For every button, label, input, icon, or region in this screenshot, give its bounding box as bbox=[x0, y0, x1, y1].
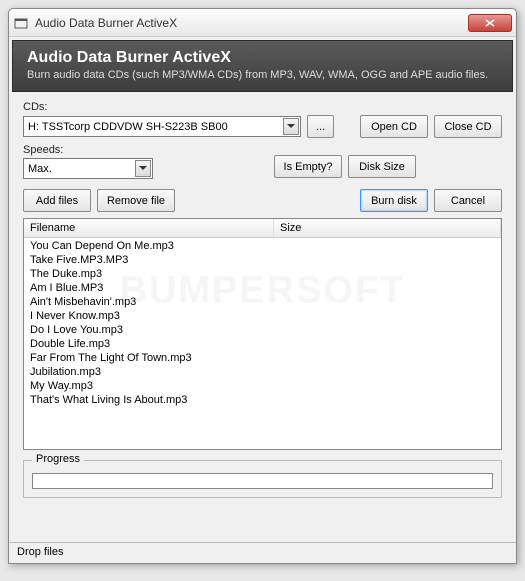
list-item[interactable]: That's What Living Is About.mp3 bbox=[24, 393, 501, 407]
burn-disk-button[interactable]: Burn disk bbox=[360, 189, 428, 212]
list-item[interactable]: Do I Love You.mp3 bbox=[24, 323, 501, 337]
progress-label: Progress bbox=[32, 453, 84, 465]
status-bar: Drop files bbox=[9, 542, 516, 563]
column-filename[interactable]: Filename bbox=[24, 219, 274, 237]
status-text: Drop files bbox=[17, 546, 63, 558]
speed-select-value: Max. bbox=[28, 163, 52, 175]
window-title: Audio Data Burner ActiveX bbox=[35, 16, 468, 30]
cds-label: CDs: bbox=[23, 101, 502, 113]
progress-group: Progress bbox=[23, 460, 502, 498]
open-cd-button[interactable]: Open CD bbox=[360, 115, 428, 138]
remove-file-button[interactable]: Remove file bbox=[97, 189, 175, 212]
list-item[interactable]: Double Life.mp3 bbox=[24, 337, 501, 351]
add-files-button[interactable]: Add files bbox=[23, 189, 91, 212]
file-listview[interactable]: Filename Size You Can Depend On Me.mp3Ta… bbox=[23, 218, 502, 450]
chevron-down-icon bbox=[283, 118, 299, 135]
progress-bar bbox=[32, 473, 493, 489]
list-item[interactable]: Far From The Light Of Town.mp3 bbox=[24, 351, 501, 365]
list-item[interactable]: My Way.mp3 bbox=[24, 379, 501, 393]
titlebar[interactable]: Audio Data Burner ActiveX bbox=[9, 9, 516, 37]
header-subtitle: Burn audio data CDs (such MP3/WMA CDs) f… bbox=[27, 69, 498, 81]
close-cd-button[interactable]: Close CD bbox=[434, 115, 502, 138]
app-icon bbox=[13, 16, 29, 30]
close-button[interactable] bbox=[468, 14, 512, 32]
speeds-label: Speeds: bbox=[23, 144, 153, 156]
chevron-down-icon bbox=[135, 160, 151, 177]
list-item[interactable]: I Never Know.mp3 bbox=[24, 309, 501, 323]
list-item[interactable]: Jubilation.mp3 bbox=[24, 365, 501, 379]
browse-button[interactable]: ... bbox=[307, 115, 334, 138]
disk-size-button[interactable]: Disk Size bbox=[348, 155, 416, 178]
listview-rows: You Can Depend On Me.mp3Take Five.MP3.MP… bbox=[24, 238, 501, 408]
is-empty-button[interactable]: Is Empty? bbox=[274, 155, 342, 178]
list-item[interactable]: You Can Depend On Me.mp3 bbox=[24, 239, 501, 253]
list-item[interactable]: Ain't Misbehavin'.mp3 bbox=[24, 295, 501, 309]
list-item[interactable]: Am I Blue.MP3 bbox=[24, 281, 501, 295]
header-title: Audio Data Burner ActiveX bbox=[27, 49, 498, 67]
content-area: CDs: H: TSSTcorp CDDVDW SH-S223B SB00 ..… bbox=[9, 95, 516, 498]
listview-header: Filename Size bbox=[24, 219, 501, 238]
cancel-button[interactable]: Cancel bbox=[434, 189, 502, 212]
list-item[interactable]: Take Five.MP3.MP3 bbox=[24, 253, 501, 267]
drive-select[interactable]: H: TSSTcorp CDDVDW SH-S223B SB00 bbox=[23, 116, 301, 137]
main-window: Audio Data Burner ActiveX Audio Data Bur… bbox=[8, 8, 517, 564]
drive-select-value: H: TSSTcorp CDDVDW SH-S223B SB00 bbox=[28, 121, 228, 133]
header-panel: Audio Data Burner ActiveX Burn audio dat… bbox=[12, 40, 513, 92]
list-item[interactable]: The Duke.mp3 bbox=[24, 267, 501, 281]
speed-select[interactable]: Max. bbox=[23, 158, 153, 179]
column-size[interactable]: Size bbox=[274, 219, 501, 237]
